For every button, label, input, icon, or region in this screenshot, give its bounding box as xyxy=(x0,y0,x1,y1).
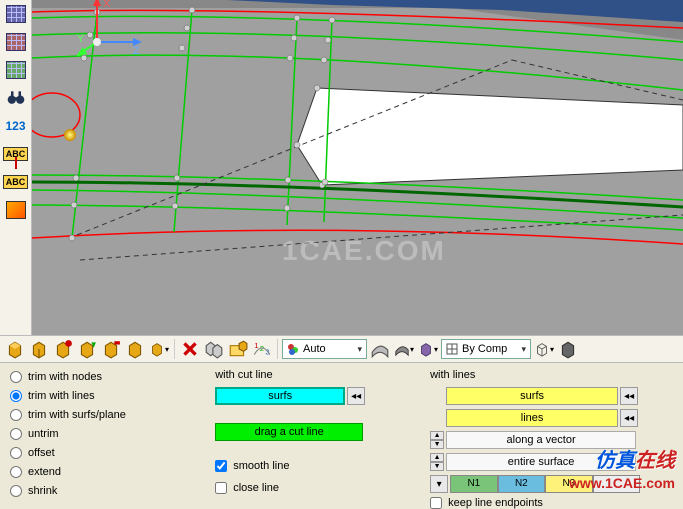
3d-viewport[interactable]: 1CAE.COM X Y Z xyxy=(32,0,683,335)
bycomp-label: By Comp xyxy=(462,343,507,355)
close-line-checkbox[interactable]: close line xyxy=(215,479,390,497)
delete-icon[interactable] xyxy=(179,338,201,360)
bycomp-combo[interactable]: By Comp ▾ xyxy=(441,339,531,359)
axis-triad: X Y Z xyxy=(77,0,683,327)
site-watermark-text: 仿真在线 xyxy=(595,444,675,473)
numbers-icon[interactable]: 123 xyxy=(4,114,28,138)
reset-selector-icon[interactable]: ◂◂ xyxy=(347,387,365,405)
n-dropdown-icon[interactable]: ▾ xyxy=(430,475,448,493)
grid-view-icon-1[interactable] xyxy=(4,2,28,26)
surfs-selector-button[interactable]: surfs xyxy=(215,387,345,405)
surface-2-icon[interactable]: ▾ xyxy=(393,338,415,360)
keep-endpoints-checkbox[interactable]: keep line endpoints xyxy=(430,497,673,509)
svg-text:X: X xyxy=(103,0,111,10)
radio-trim-with-lines[interactable]: trim with lines xyxy=(10,388,175,403)
gradient-rect-icon[interactable] xyxy=(4,198,28,222)
radio-offset[interactable]: offset xyxy=(10,446,175,461)
cut-line-heading: with cut line xyxy=(215,369,390,381)
name-tag-icon-1[interactable]: ABC xyxy=(4,142,28,166)
radio-extend[interactable]: extend xyxy=(10,465,175,480)
site-watermark-url: www.1CAE.com xyxy=(569,475,675,491)
svg-text:Y: Y xyxy=(77,33,85,45)
surfs-button[interactable]: surfs xyxy=(446,387,618,405)
bottom-toolbar: ▾ 123 Auto ▾ ▾ ▾ By Comp ▾ ▾ xyxy=(0,335,683,363)
smooth-line-checkbox[interactable]: smooth line xyxy=(215,457,390,475)
dropdown-arrow-icon[interactable]: ▾ xyxy=(357,344,362,355)
grid-view-icon-3[interactable] xyxy=(4,58,28,82)
dropdown-arrow-icon[interactable]: ▾ xyxy=(521,344,526,355)
cube-group-icon[interactable] xyxy=(203,338,225,360)
reset-surfs-icon[interactable]: ◂◂ xyxy=(620,387,638,405)
svg-text:Z: Z xyxy=(133,45,140,57)
radio-shrink[interactable]: shrink xyxy=(10,484,175,499)
cube-gold-5-icon[interactable] xyxy=(100,338,122,360)
trim-mode-column: trim with nodes trim with lines trim wit… xyxy=(10,369,175,499)
name-tag-icon-2[interactable]: ABC xyxy=(4,170,28,194)
drag-cut-line-button[interactable]: drag a cut line xyxy=(215,423,363,441)
cube-gold-1-icon[interactable] xyxy=(4,338,26,360)
radio-trim-with-nodes[interactable]: trim with nodes xyxy=(10,369,175,384)
grid-view-icon-2[interactable] xyxy=(4,30,28,54)
cube-dropdown-icon[interactable]: ▾ xyxy=(148,338,170,360)
vector-spinner[interactable]: ▲▼ xyxy=(430,431,444,449)
find-icon[interactable] xyxy=(4,86,28,110)
surface-1-icon[interactable] xyxy=(369,338,391,360)
radio-trim-with-surfs-plane[interactable]: trim with surfs/plane xyxy=(10,407,175,422)
numbered-icon[interactable]: 123 xyxy=(251,338,273,360)
with-lines-heading: with lines xyxy=(430,369,673,381)
lines-button[interactable]: lines xyxy=(446,409,618,427)
cube-gold-2-icon[interactable] xyxy=(28,338,50,360)
svg-text:1: 1 xyxy=(254,341,258,350)
wireframe-cube-icon[interactable]: ▾ xyxy=(533,338,555,360)
auto-color-combo[interactable]: Auto ▾ xyxy=(282,339,367,359)
shaded-cube-icon[interactable] xyxy=(557,338,579,360)
surface-spinner[interactable]: ▲▼ xyxy=(430,453,444,471)
n1-button[interactable]: N1 xyxy=(450,475,498,493)
cube-gold-4-icon[interactable] xyxy=(76,338,98,360)
cube-gold-6-icon[interactable] xyxy=(124,338,146,360)
radio-untrim[interactable]: untrim xyxy=(10,426,175,441)
cube-gold-3-icon[interactable] xyxy=(52,338,74,360)
auto-label: Auto xyxy=(303,343,326,355)
reset-lines-icon[interactable]: ◂◂ xyxy=(620,409,638,427)
left-toolbar: 123 ABC ABC xyxy=(0,0,32,335)
n2-button[interactable]: N2 xyxy=(498,475,546,493)
cube-purple-icon[interactable]: ▾ xyxy=(417,338,439,360)
cut-line-column: with cut line surfs ◂◂ drag a cut line s… xyxy=(215,369,390,499)
folder-cube-icon[interactable] xyxy=(227,338,249,360)
